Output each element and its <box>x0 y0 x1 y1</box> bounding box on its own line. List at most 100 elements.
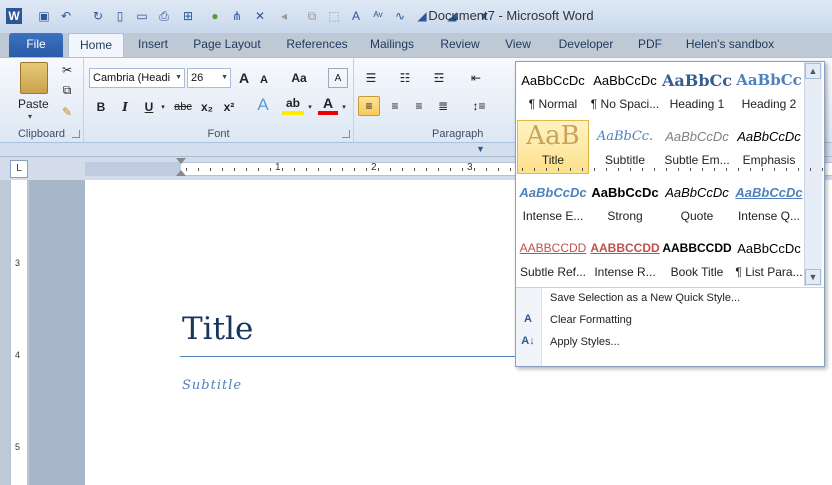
font-launcher-icon[interactable] <box>342 130 350 138</box>
title-underline <box>180 356 516 357</box>
bold-button[interactable]: B <box>92 97 110 117</box>
save-quick-style-item[interactable]: Save Selection as a New Quick Style... <box>550 292 740 304</box>
style-subtitle[interactable]: AaBbCc. Subtitle <box>589 120 661 174</box>
style-intense-quote[interactable]: AaBbCcDc Intense Q... <box>733 176 805 230</box>
clear-formatting-item[interactable]: Clear Formatting <box>550 314 632 326</box>
tab-view[interactable]: View <box>497 33 539 57</box>
style-strong[interactable]: AaBbCcDc Strong <box>589 176 661 230</box>
paste-dropdown-icon[interactable]: ▾ <box>28 112 32 121</box>
copy-icon[interactable]: ⧉ <box>58 80 76 100</box>
align-left-button[interactable]: ≡ <box>358 96 380 116</box>
ruler-tick <box>330 168 331 171</box>
style-intense-reference[interactable]: AABBCCDD Intense R... <box>589 232 661 286</box>
bullets-button[interactable]: ☰ <box>360 68 382 88</box>
style-title[interactable]: AaB Title <box>517 120 589 174</box>
font-label: Font <box>207 128 230 140</box>
numbering-button[interactable]: ☷ <box>394 68 416 88</box>
font-group: Cambria (Headi ▼ 26 ▼ A A Aa A B I U ▾ abc… <box>84 58 354 142</box>
italic-button[interactable]: I <box>116 97 134 117</box>
tab-developer[interactable]: Developer <box>551 33 621 57</box>
style-heading-2[interactable]: AaBbCc Heading 2 <box>733 64 805 118</box>
multilevel-list-button[interactable]: ☲ <box>428 68 450 88</box>
font-color-dropdown-icon[interactable]: ▾ <box>339 97 349 117</box>
highlight-button[interactable]: ab <box>282 95 304 115</box>
highlight-dropdown-icon[interactable]: ▾ <box>305 97 315 117</box>
ruler-tick <box>510 168 511 171</box>
ruler-tick <box>822 168 823 171</box>
gallery-scrollbar[interactable] <box>804 62 822 286</box>
clipboard-launcher-icon[interactable] <box>72 130 80 138</box>
tab-references[interactable]: References <box>278 33 356 57</box>
tab-home[interactable]: Home <box>68 33 124 58</box>
tab-selector[interactable]: L <box>10 160 28 178</box>
style-intense-emphasis[interactable]: AaBbCcDc Intense E... <box>517 176 589 230</box>
subscript-button[interactable]: x₂ <box>198 97 216 117</box>
tab-mailings[interactable]: Mailings <box>362 33 422 57</box>
format-painter-icon[interactable]: ✎ <box>58 102 76 122</box>
style-list-paragraph[interactable]: AaBbCcDc ¶ List Para... <box>733 232 805 286</box>
ruler-tick <box>606 168 607 171</box>
line-spacing-button[interactable]: ↕≡ <box>466 96 492 116</box>
font-name-combo[interactable]: Cambria (Headi ▼ <box>89 68 185 88</box>
ruler-number: 4 <box>15 350 21 360</box>
clipboard-group: Paste ▾ ✂ ⧉ ✎ Clipboard <box>0 58 84 142</box>
justify-button[interactable]: ≣ <box>432 96 454 116</box>
ruler-number: 5 <box>15 442 21 452</box>
strikethrough-button[interactable]: abc <box>172 97 194 117</box>
ruler-tick <box>558 168 559 171</box>
font-color-button[interactable]: A <box>318 95 338 115</box>
ruler-tick <box>462 168 463 171</box>
ruler-left-margin <box>85 162 181 176</box>
ruler-tick <box>258 168 259 171</box>
ruler-tick <box>354 168 355 171</box>
tab-helens-sandbox[interactable]: Helen's sandbox <box>680 33 780 57</box>
apply-styles-item[interactable]: Apply Styles... <box>550 336 620 348</box>
vertical-ruler[interactable] <box>10 180 28 485</box>
style-subtle-emphasis[interactable]: AaBbCcDc Subtle Em... <box>661 120 733 174</box>
clipboard-label: Clipboard <box>17 128 66 140</box>
ruler-tick <box>186 168 187 171</box>
clear-formatting-button[interactable]: A <box>328 68 348 88</box>
shrink-font-button[interactable]: A <box>255 70 273 90</box>
tab-insert[interactable]: Insert <box>130 33 176 57</box>
style-normal[interactable]: AaBbCcDc ¶ Normal <box>517 64 589 118</box>
ruler-tick <box>414 168 415 171</box>
ruler-tick <box>234 168 235 171</box>
decrease-indent-button[interactable]: ⇤ <box>466 68 486 88</box>
tab-file[interactable]: File <box>9 33 63 57</box>
grow-font-button[interactable]: A <box>235 68 253 88</box>
cut-icon[interactable]: ✂ <box>58 60 76 80</box>
ruler-tick <box>810 168 811 171</box>
font-size-combo[interactable]: 26 ▼ <box>187 68 231 88</box>
window-title: Document7 - Microsoft Word <box>428 8 594 23</box>
scroll-down-icon[interactable]: ▼ <box>805 269 821 285</box>
style-no-spacing[interactable]: AaBbCcDc ¶ No Spaci... <box>589 64 661 118</box>
ruler-number: 1 <box>275 162 281 173</box>
paste-icon[interactable] <box>20 62 48 94</box>
scroll-up-icon[interactable]: ▲ <box>805 63 821 79</box>
style-heading-1[interactable]: AaBbCc Heading 1 <box>661 64 733 118</box>
style-emphasis[interactable]: AaBbCcDc Emphasis <box>733 120 805 174</box>
underline-dropdown-icon[interactable]: ▾ <box>158 97 168 117</box>
change-case-button[interactable]: Aa <box>286 68 312 88</box>
indent-marker-icon[interactable] <box>176 158 186 180</box>
style-subtle-reference[interactable]: AABBCCDD Subtle Ref... <box>517 232 589 286</box>
document-subtitle[interactable]: Subtitle <box>182 378 242 393</box>
align-center-button[interactable]: ≡ <box>384 96 406 116</box>
tab-review[interactable]: Review <box>433 33 487 57</box>
underline-button[interactable]: U <box>140 97 158 117</box>
apply-styles-icon: A↓ <box>521 335 535 347</box>
style-book-title[interactable]: AABBCCDD Book Title <box>661 232 733 286</box>
align-right-button[interactable]: ≡ <box>408 96 430 116</box>
document-title[interactable]: Title <box>182 311 253 347</box>
text-effects-button[interactable]: A <box>252 95 274 115</box>
expand-ribbon-icon[interactable]: ▼ <box>476 144 485 154</box>
ruler-tick <box>642 168 643 171</box>
tab-pdf[interactable]: PDF <box>630 33 670 57</box>
ruler-tick <box>714 168 715 171</box>
style-quote[interactable]: AaBbCcDc Quote <box>661 176 733 230</box>
paste-button[interactable]: Paste <box>18 97 49 111</box>
superscript-button[interactable]: x² <box>220 97 238 117</box>
ruler-tick <box>282 168 283 171</box>
tab-page-layout[interactable]: Page Layout <box>186 33 268 57</box>
